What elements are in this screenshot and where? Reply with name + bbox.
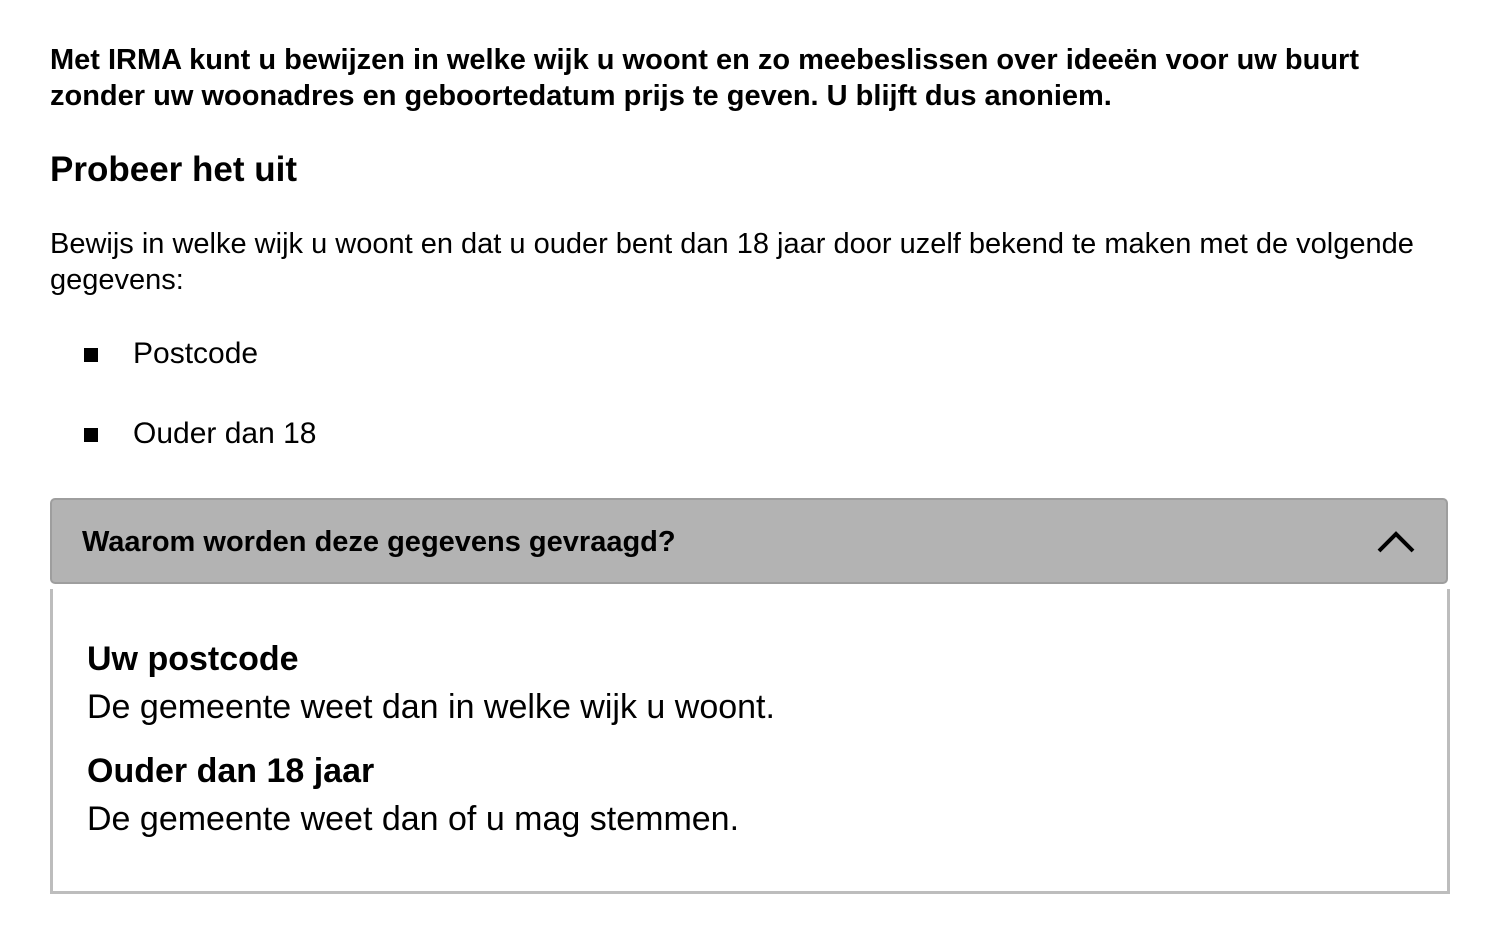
section-heading: Probeer het uit	[50, 150, 297, 189]
panel-term-age: Ouder dan 18 jaar	[87, 752, 375, 790]
list-item: Postcode	[50, 334, 650, 374]
accordion-panel: Uw postcode De gemeente weet dan in welk…	[50, 589, 1450, 894]
panel-term-postcode: Uw postcode	[87, 640, 299, 678]
chevron-up-icon[interactable]	[1376, 522, 1416, 562]
list-item: Ouder dan 18	[50, 414, 650, 454]
panel-definition-age: De gemeente weet dan of u mag stemmen.	[87, 800, 740, 838]
bullet-square-icon	[84, 348, 98, 362]
attribute-label: Ouder dan 18	[133, 417, 317, 450]
section-description: Bewijs in welke wijk u woont en dat u ou…	[50, 228, 1414, 296]
attribute-label: Postcode	[133, 337, 259, 370]
bullet-square-icon	[84, 428, 98, 442]
intro-text: Met IRMA kunt u bewijzen in welke wijk u…	[50, 44, 1359, 112]
accordion-toggle[interactable]: Waarom worden deze gegevens gevraagd?	[50, 498, 1448, 584]
panel-definition-postcode: De gemeente weet dan in welke wijk u woo…	[87, 688, 775, 726]
accordion-title: Waarom worden deze gegevens gevraagd?	[82, 526, 676, 558]
